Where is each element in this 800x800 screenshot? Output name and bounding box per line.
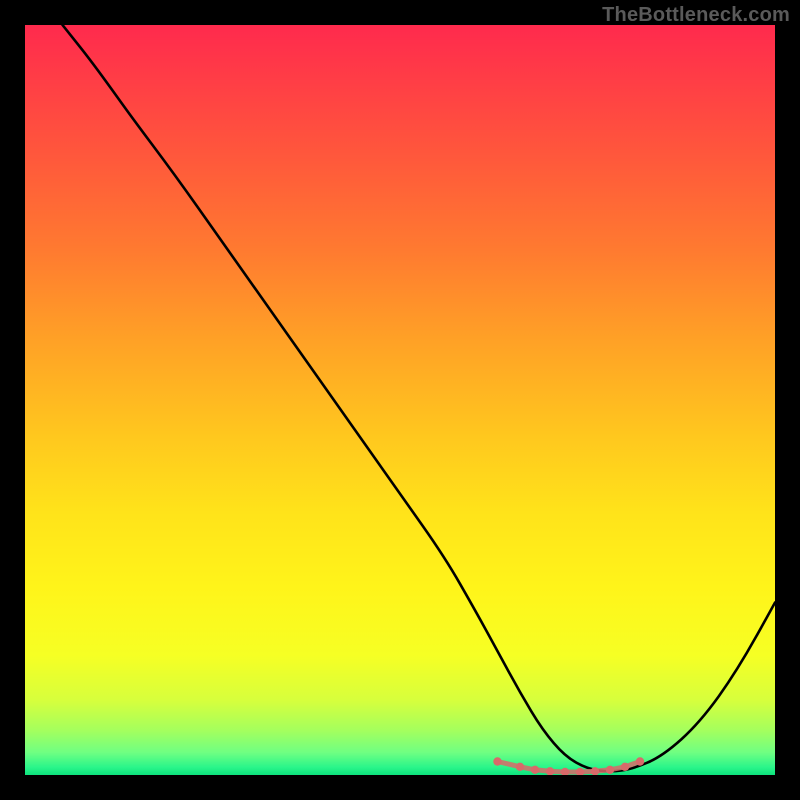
- watermark-text: TheBottleneck.com: [602, 4, 790, 27]
- min-marker-dot: [561, 768, 569, 775]
- chart-svg: [25, 25, 775, 775]
- min-marker-dot: [516, 763, 524, 771]
- min-marker-dot: [621, 763, 629, 771]
- min-marker-dot: [636, 757, 644, 765]
- chart-container: TheBottleneck.com: [0, 0, 800, 800]
- min-marker-dot: [546, 767, 554, 775]
- min-marker-dot: [531, 766, 539, 774]
- min-marker-dot: [493, 757, 501, 765]
- min-marker-group: [493, 757, 644, 775]
- min-marker-dot: [606, 766, 614, 774]
- bottleneck-curve-path: [63, 25, 776, 771]
- min-marker-dot: [576, 768, 584, 775]
- plot-frame: [25, 25, 775, 775]
